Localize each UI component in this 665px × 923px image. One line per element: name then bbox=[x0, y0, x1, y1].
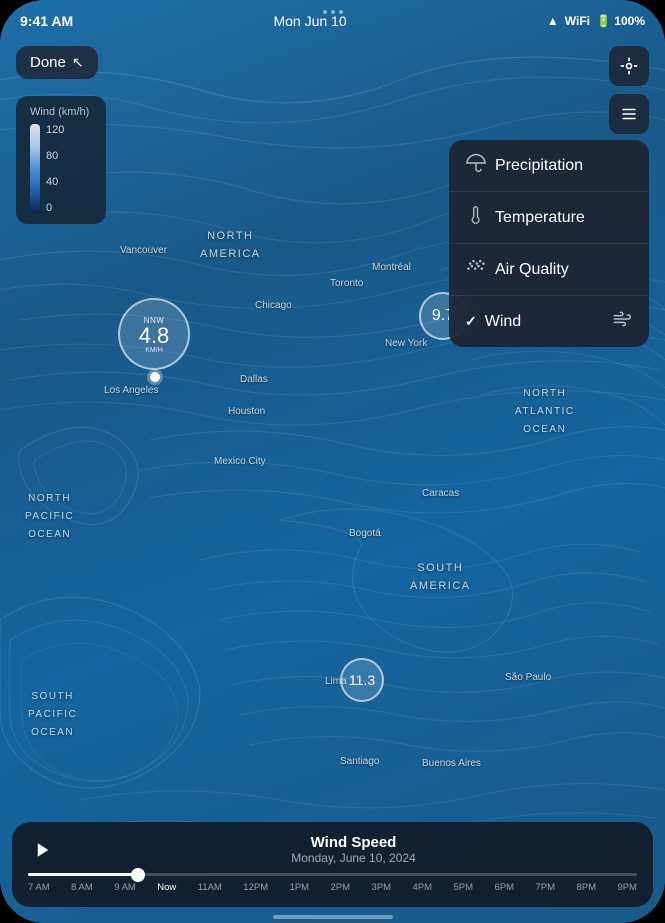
player-title-area: Wind Speed Monday, June 10, 2024 bbox=[70, 834, 637, 865]
status-bar: 9:41 AM Mon Jun 10 ▲ WiFi 🔋 100% bbox=[0, 0, 665, 36]
wind-icon bbox=[611, 309, 633, 334]
player-top: Wind Speed Monday, June 10, 2024 bbox=[28, 834, 637, 865]
status-date: Mon Jun 10 bbox=[273, 13, 346, 29]
wind-speed-lima: 11.3 bbox=[349, 672, 375, 688]
tl-8am: 8 AM bbox=[71, 882, 93, 893]
wind-unit: KM/H bbox=[145, 347, 163, 354]
play-button[interactable] bbox=[28, 835, 58, 865]
player-title: Wind Speed bbox=[70, 834, 637, 851]
menu-item-temperature[interactable]: Temperature bbox=[449, 192, 649, 244]
precipitation-label: Precipitation bbox=[495, 157, 583, 175]
tl-9pm: 9PM bbox=[617, 882, 637, 893]
menu-item-precipitation[interactable]: Precipitation bbox=[449, 140, 649, 192]
dropdown-menu: Precipitation Temperature bbox=[449, 140, 649, 347]
timeline-thumb[interactable] bbox=[131, 868, 145, 882]
wind-bubble-lima[interactable]: 11.3 bbox=[340, 658, 384, 702]
timeline[interactable]: 7 AM 8 AM 9 AM Now 11AM 12PM 1PM 2PM 3PM… bbox=[28, 873, 637, 893]
wind-speed: 4.8 bbox=[139, 325, 170, 347]
top-notch bbox=[323, 10, 343, 14]
layers-button[interactable] bbox=[609, 94, 649, 134]
legend-val-80: 80 bbox=[46, 150, 64, 162]
tl-2pm: 2PM bbox=[331, 882, 351, 893]
menu-item-precipitation-left: Precipitation bbox=[465, 153, 583, 178]
wind-checkmark: ✓ bbox=[465, 313, 477, 330]
tl-now: Now bbox=[157, 882, 176, 893]
tl-4pm: 4PM bbox=[413, 882, 433, 893]
location-button[interactable] bbox=[609, 46, 649, 86]
signal-icon: ▲ bbox=[547, 14, 559, 28]
wifi-icon: WiFi bbox=[565, 14, 590, 28]
menu-item-wind[interactable]: ✓ Wind bbox=[449, 296, 649, 347]
wind-bubble-my-location[interactable]: NNW 4.8 KM/H bbox=[118, 298, 190, 370]
tl-7pm: 7PM bbox=[535, 882, 555, 893]
air-quality-icon bbox=[465, 257, 487, 282]
legend-val-40: 40 bbox=[46, 176, 64, 188]
battery-icon: 🔋 100% bbox=[596, 14, 645, 28]
air-quality-label: Air Quality bbox=[495, 261, 569, 279]
wind-direction: NNW bbox=[144, 316, 165, 325]
player-subtitle: Monday, June 10, 2024 bbox=[70, 851, 637, 865]
menu-item-air-quality-left: Air Quality bbox=[465, 257, 569, 282]
tl-1pm: 1PM bbox=[290, 882, 310, 893]
timeline-fill bbox=[28, 873, 138, 876]
legend-labels: 120 80 40 0 bbox=[46, 124, 64, 214]
tl-6pm: 6PM bbox=[494, 882, 514, 893]
legend-color-bar bbox=[30, 124, 40, 214]
top-right-controls bbox=[609, 46, 649, 134]
menu-item-temperature-left: Temperature bbox=[465, 205, 585, 230]
tl-12pm: 12PM bbox=[243, 882, 268, 893]
timeline-track[interactable] bbox=[28, 873, 637, 876]
wind-label: Wind bbox=[485, 313, 521, 331]
status-time: 9:41 AM bbox=[20, 13, 73, 29]
legend-panel: Wind (km/h) 120 80 40 0 bbox=[16, 96, 106, 224]
legend-title: Wind (km/h) bbox=[30, 106, 92, 118]
temperature-label: Temperature bbox=[495, 209, 585, 227]
tl-8pm: 8PM bbox=[576, 882, 596, 893]
tl-5pm: 5PM bbox=[454, 882, 474, 893]
status-right: ▲ WiFi 🔋 100% bbox=[547, 14, 645, 28]
tl-7am: 7 AM bbox=[28, 882, 50, 893]
tl-9am: 9 AM bbox=[114, 882, 136, 893]
tl-11am: 11AM bbox=[198, 882, 222, 893]
home-indicator bbox=[273, 915, 393, 919]
precipitation-icon bbox=[465, 153, 487, 178]
bottom-player: Wind Speed Monday, June 10, 2024 7 AM 8 … bbox=[12, 822, 653, 907]
menu-item-air-quality[interactable]: Air Quality bbox=[449, 244, 649, 296]
menu-item-wind-left: ✓ Wind bbox=[465, 313, 521, 331]
legend-scale: 120 80 40 0 bbox=[30, 124, 92, 214]
my-location-dot bbox=[150, 372, 160, 382]
done-button[interactable]: Done ↖ bbox=[16, 46, 98, 79]
done-label: Done bbox=[30, 54, 66, 71]
timeline-labels: 7 AM 8 AM 9 AM Now 11AM 12PM 1PM 2PM 3PM… bbox=[28, 882, 637, 893]
cursor-icon: ↖ bbox=[72, 54, 84, 71]
legend-val-0: 0 bbox=[46, 202, 64, 214]
temperature-icon bbox=[465, 205, 487, 230]
legend-val-120: 120 bbox=[46, 124, 64, 136]
tl-3pm: 3PM bbox=[372, 882, 392, 893]
device-frame: NORTHAMERICA SOUTHAMERICA NorthPacificOc… bbox=[0, 0, 665, 923]
